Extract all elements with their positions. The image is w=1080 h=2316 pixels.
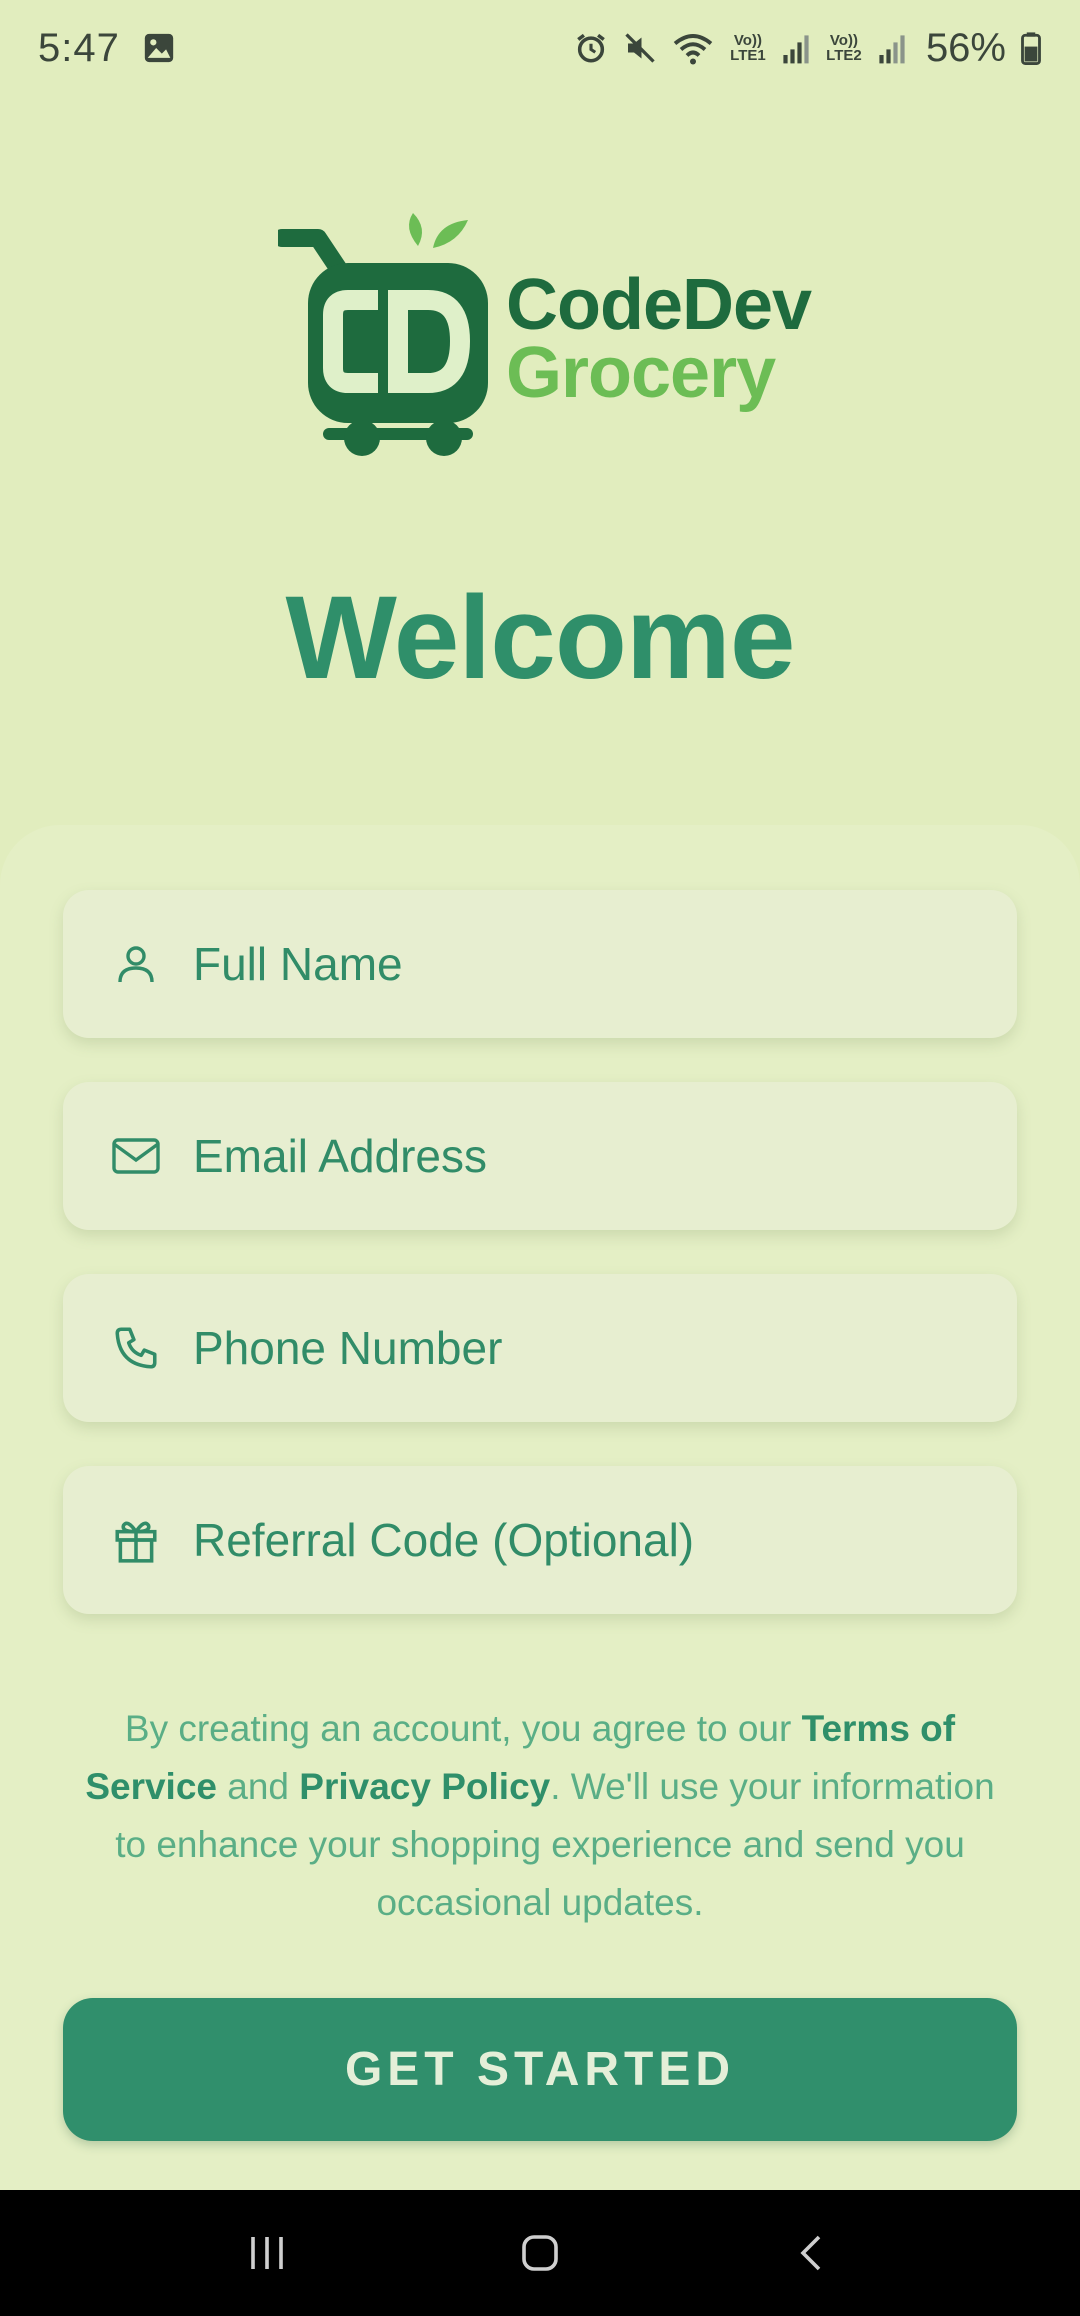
gallery-icon <box>142 31 176 65</box>
alarm-icon <box>574 31 608 65</box>
signal-icon <box>878 31 906 65</box>
mail-icon <box>101 1132 171 1180</box>
referral-placeholder: Referral Code (Optional) <box>193 1514 695 1566</box>
full-name-field[interactable]: Full Name <box>63 890 1017 1038</box>
battery-icon <box>1020 31 1042 65</box>
status-time: 5:47 <box>38 25 120 70</box>
phone-field[interactable]: Phone Number <box>63 1274 1017 1422</box>
gift-icon <box>101 1515 171 1565</box>
page-title: Welcome <box>285 572 796 704</box>
status-bar: 5:47 Vo)) LTE1 Vo)) LTE2 56% <box>0 0 1080 96</box>
system-nav-bar <box>0 2190 1080 2316</box>
home-button[interactable] <box>500 2213 580 2293</box>
battery-percent: 56% <box>925 25 1006 70</box>
person-icon <box>101 940 171 988</box>
privacy-policy-link[interactable]: Privacy Policy <box>299 1766 550 1807</box>
mute-icon <box>622 30 658 66</box>
email-field[interactable]: Email Address <box>63 1082 1017 1230</box>
terms-notice: By creating an account, you agree to our… <box>80 1700 1000 1932</box>
back-icon <box>800 2235 821 2271</box>
network-label-1: Vo)) LTE1 <box>730 32 766 64</box>
get-started-button[interactable]: GET STARTED <box>63 1998 1017 2141</box>
network-label-2: Vo)) LTE2 <box>826 32 862 64</box>
home-icon <box>522 2235 558 2271</box>
full-name-placeholder: Full Name <box>193 938 403 990</box>
referral-code-field[interactable]: Referral Code (Optional) <box>63 1466 1017 1614</box>
recents-icon <box>250 2237 283 2269</box>
recent-apps-button[interactable] <box>227 2213 307 2293</box>
email-placeholder: Email Address <box>193 1130 488 1182</box>
brand-name-line2: Grocery <box>506 333 776 413</box>
cart-logo-icon <box>278 213 488 456</box>
phone-placeholder: Phone Number <box>193 1322 503 1374</box>
app-logo: CodeDev Grocery <box>278 208 818 468</box>
terms-text-2: and <box>217 1766 300 1807</box>
wifi-icon <box>672 30 714 66</box>
terms-text-1: By creating an account, you agree to our <box>124 1708 802 1749</box>
signal-icon <box>782 31 810 65</box>
phone-icon <box>101 1323 171 1373</box>
back-button[interactable] <box>773 2213 853 2293</box>
